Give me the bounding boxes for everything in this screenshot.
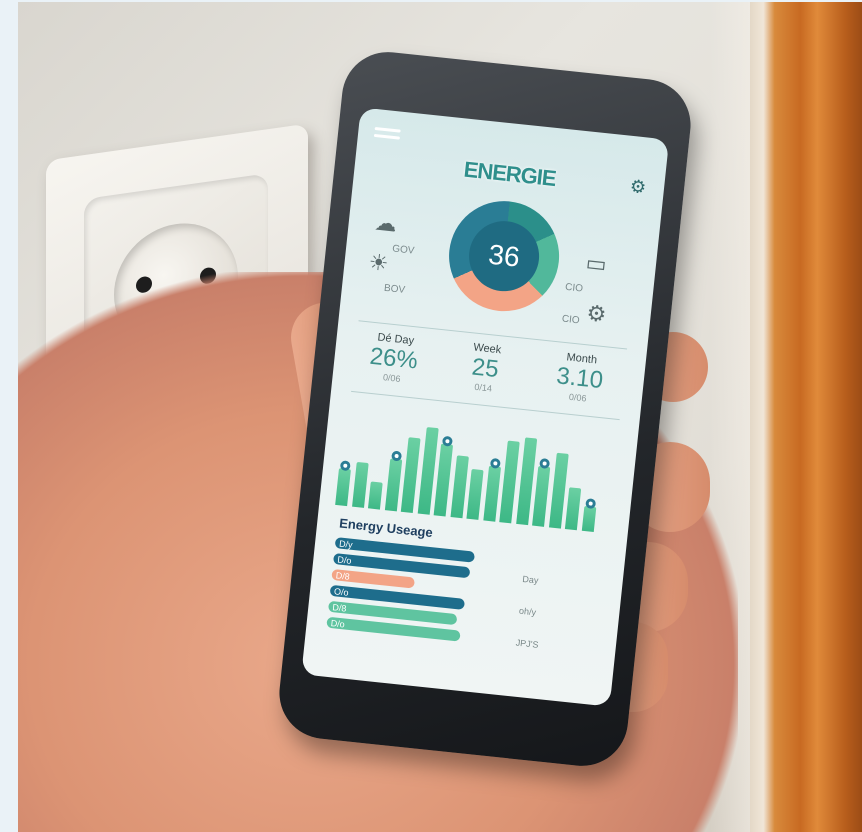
usage-bar-label: D/y (338, 538, 354, 550)
usage-title: Energy Useage (338, 515, 434, 541)
energy-gauge: 36 (443, 195, 565, 317)
usage-bar-label: O/o (333, 586, 350, 598)
door-frame (750, 2, 862, 832)
battery-icon[interactable]: ▭ (584, 250, 608, 278)
chart-bar (433, 443, 454, 517)
usage-bar-label: D/o (336, 554, 352, 566)
phone-screen: ⚙ ENERGIE 36 ☁ GOV ☀ BOV ▭ CIO ⚙ CIO Dé … (301, 107, 670, 707)
chart-bar (466, 468, 484, 520)
chart-bar (400, 437, 421, 514)
chart-bar (564, 486, 582, 531)
usage-list: D/y D/o Day D/8 O/o oh/y D/8 D/o JPJ'S (326, 107, 669, 650)
usage-bar-label: D/8 (335, 570, 351, 582)
menu-icon[interactable] (373, 126, 401, 142)
chart-bar (581, 505, 596, 532)
weather-label: GOV (391, 243, 415, 257)
gauge-value: 36 (465, 217, 543, 295)
stat-day: Dé Day 26% 0/06 (356, 330, 431, 387)
usage-row-value: oh/y (518, 605, 537, 618)
usage-bar-label: D/8 (331, 602, 347, 614)
sun-icon[interactable]: ☀ (367, 249, 389, 277)
photo-scene: ⚙ ENERGIE 36 ☁ GOV ☀ BOV ▭ CIO ⚙ CIO Dé … (18, 2, 862, 832)
gear-label: CIO (561, 313, 581, 327)
usage-row-value: Day (521, 573, 539, 586)
chart-bar (450, 454, 469, 519)
chart-point (390, 449, 402, 461)
gear-icon[interactable]: ⚙ (585, 300, 607, 328)
chart-bar (335, 467, 352, 507)
usage-bar-chart (335, 405, 614, 533)
chart-point (584, 498, 596, 510)
battery-label: CIO (564, 281, 584, 295)
usage-bar-label: D/o (330, 618, 346, 630)
smartphone: ⚙ ENERGIE 36 ☁ GOV ☀ BOV ▭ CIO ⚙ CIO Dé … (274, 47, 696, 771)
chart-bar (351, 461, 369, 508)
chart-point (489, 457, 501, 469)
stat-week: Week 25 0/14 (448, 339, 523, 396)
chart-bar (367, 480, 383, 510)
stat-month: Month 3.10 0/06 (537, 349, 622, 407)
app-title: ENERGIE (462, 156, 557, 192)
chart-bar (482, 465, 501, 522)
weather-icon[interactable]: ☁ (374, 210, 398, 238)
chart-bar (532, 465, 551, 527)
usage-row-value: JPJ'S (515, 637, 539, 650)
chart-bar (384, 457, 402, 512)
stats-panel: Dé Day 26% 0/06 Week 25 0/14 Month 3.10 … (351, 320, 628, 421)
sun-label: BOV (383, 282, 406, 296)
